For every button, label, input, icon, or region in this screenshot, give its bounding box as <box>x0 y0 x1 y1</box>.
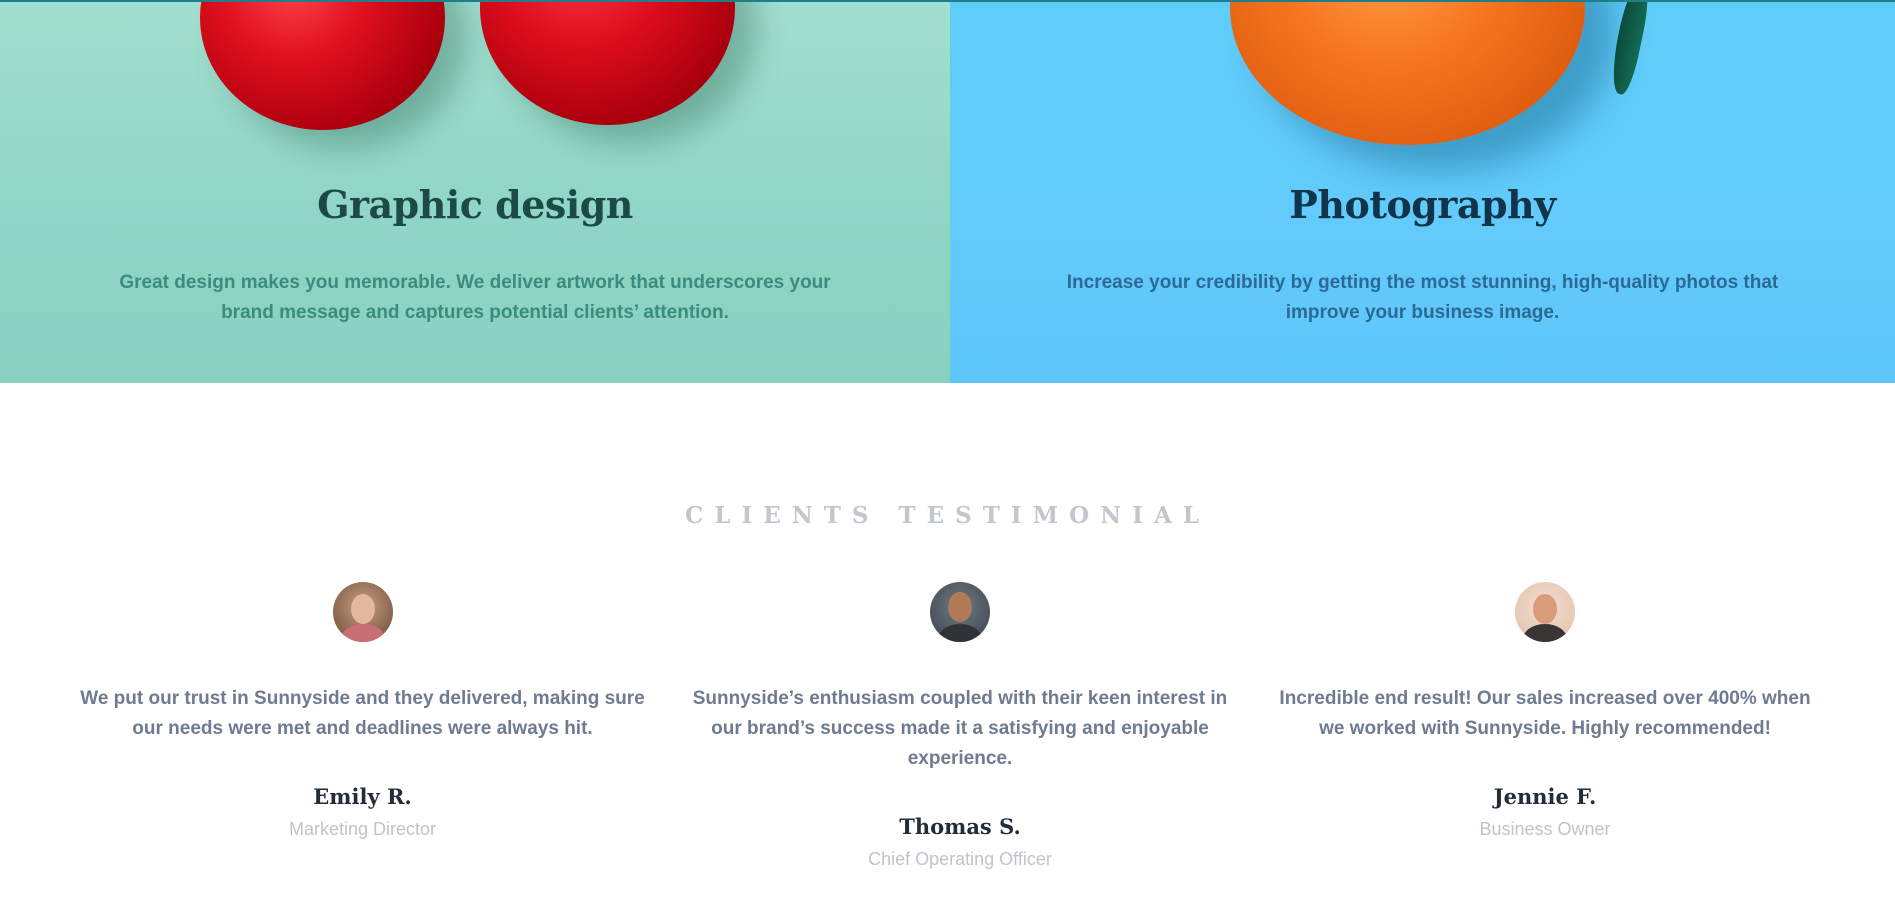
orange-image <box>1230 0 1585 145</box>
cherry-image <box>200 0 445 130</box>
testimonial-role: Business Owner <box>1479 819 1611 839</box>
testimonial-card: Incredible end result! Our sales increas… <box>1270 582 1820 840</box>
avatar-face <box>1533 594 1557 624</box>
testimonial-name: Jennie F. <box>1493 784 1597 809</box>
testimonial-quote: Sunnyside’s enthusiasm coupled with thei… <box>692 688 1228 769</box>
top-border-line <box>0 0 1895 2</box>
testimonials-heading: CLIENTS TESTIMONIAL <box>685 502 1210 529</box>
photography-card: Photography Increase your credibility by… <box>950 0 1895 383</box>
avatar <box>1515 582 1575 642</box>
testimonial-card: We put our trust in Sunnyside and they d… <box>80 582 645 840</box>
avatar-shoulders <box>340 624 385 642</box>
photography-title: Photography <box>1289 182 1556 227</box>
photography-description: Increase your credibility by getting the… <box>1066 272 1779 323</box>
testimonial-role: Marketing Director <box>288 819 437 839</box>
avatar-shoulders <box>938 624 982 642</box>
avatar-face <box>350 594 375 624</box>
leaf-image <box>1606 0 1654 97</box>
testimonial-card: Sunnyside’s enthusiasm coupled with thei… <box>680 582 1240 870</box>
avatar <box>332 582 393 642</box>
cherry-image <box>480 0 735 125</box>
testimonials-section: CLIENTS TESTIMONIAL We put our trust in … <box>0 383 1895 901</box>
testimonial-role: Chief Operating Officer <box>868 849 1052 869</box>
avatar <box>930 582 990 642</box>
avatar-shoulders <box>1523 624 1567 642</box>
services-section: Graphic design Great design makes you me… <box>0 0 1895 383</box>
graphic-design-title: Graphic design <box>317 182 633 227</box>
testimonial-quote: Incredible end result! Our sales increas… <box>1279 688 1811 739</box>
graphic-design-description: Great design makes you memorable. We del… <box>119 272 831 323</box>
avatar-face <box>948 592 972 622</box>
testimonial-name: Thomas S. <box>899 814 1021 839</box>
testimonial-quote: We put our trust in Sunnyside and they d… <box>80 688 645 739</box>
graphic-design-card: Graphic design Great design makes you me… <box>0 0 950 383</box>
testimonial-name: Emily R. <box>313 784 412 809</box>
